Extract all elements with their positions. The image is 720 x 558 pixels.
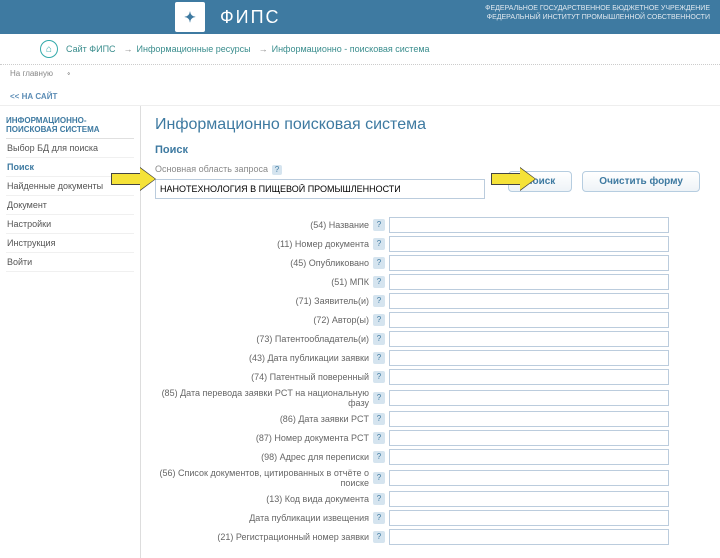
sidebar: ИНФОРМАЦИОННО-ПОИСКОВАЯ СИСТЕМА Выбор БД… xyxy=(0,106,140,558)
field-row: (74) Патентный поверенный? xyxy=(155,369,706,385)
field-label: (54) Название xyxy=(155,220,373,230)
field-label: (43) Дата публикации заявки xyxy=(155,353,373,363)
field-input[interactable] xyxy=(389,369,669,385)
field-label: (85) Дата перевода заявки PCT на национа… xyxy=(155,388,373,408)
field-label: (86) Дата заявки PCT xyxy=(155,414,373,424)
sidebar-section-title: ИНФОРМАЦИОННО-ПОИСКОВАЯ СИСТЕМА xyxy=(6,112,134,139)
content: Информационно поисковая система Поиск Ос… xyxy=(140,106,720,558)
field-row: (73) Патентообладатель(и)? xyxy=(155,331,706,347)
clear-form-button[interactable]: Очистить форму xyxy=(582,171,700,192)
field-input[interactable] xyxy=(389,411,669,427)
field-row: (85) Дата перевода заявки PCT на национа… xyxy=(155,388,706,408)
field-input[interactable] xyxy=(389,312,669,328)
field-input[interactable] xyxy=(389,529,669,545)
sidebar-item-document[interactable]: Документ xyxy=(6,196,134,215)
breadcrumb-item[interactable]: Информационные ресурсы xyxy=(137,44,251,54)
field-row: (98) Адрес для переписки? xyxy=(155,449,706,465)
field-label: (98) Адрес для переписки xyxy=(155,452,373,462)
field-input[interactable] xyxy=(389,390,669,406)
help-icon[interactable]: ? xyxy=(373,219,385,231)
help-icon[interactable]: ? xyxy=(373,392,385,404)
header-subtitle: ФЕДЕРАЛЬНОЕ ГОСУДАРСТВЕННОЕ БЮДЖЕТНОЕ УЧ… xyxy=(485,4,710,22)
field-input[interactable] xyxy=(389,470,669,486)
help-icon[interactable]: ? xyxy=(373,531,385,543)
field-input[interactable] xyxy=(389,217,669,233)
field-row: Дата публикации извещения? xyxy=(155,510,706,526)
help-icon[interactable]: ? xyxy=(373,451,385,463)
help-icon[interactable]: ? xyxy=(373,276,385,288)
field-input[interactable] xyxy=(389,236,669,252)
help-icon[interactable]: ? xyxy=(373,371,385,383)
breadcrumb-item[interactable]: Сайт ФИПС xyxy=(66,44,116,54)
field-label: (56) Список документов, цитированных в о… xyxy=(155,468,373,488)
help-icon[interactable]: ? xyxy=(373,493,385,505)
breadcrumb-item[interactable]: Информационно - поисковая система xyxy=(272,44,430,54)
sidebar-item-found-docs[interactable]: Найденные документы xyxy=(6,177,134,196)
field-label: (73) Патентообладатель(и) xyxy=(155,334,373,344)
field-input[interactable] xyxy=(389,491,669,507)
logo: ✦ xyxy=(175,2,205,32)
search-button[interactable]: Поиск xyxy=(508,171,572,192)
main-query-input[interactable] xyxy=(155,179,485,199)
field-label: (87) Номер документа PCT xyxy=(155,433,373,443)
field-input[interactable] xyxy=(389,274,669,290)
field-input[interactable] xyxy=(389,255,669,271)
field-label: (71) Заявитель(и) xyxy=(155,296,373,306)
search-heading: Поиск xyxy=(155,144,706,156)
sidebar-item-login[interactable]: Войти xyxy=(6,253,134,272)
help-icon[interactable]: ? xyxy=(373,413,385,425)
field-label: (72) Автор(ы) xyxy=(155,315,373,325)
back-home-link[interactable]: На главную xyxy=(10,69,53,78)
field-row: (13) Код вида документа? xyxy=(155,491,706,507)
chevron-right-icon: ◦ xyxy=(67,69,70,78)
help-icon[interactable]: ? xyxy=(373,333,385,345)
field-row: (45) Опубликовано? xyxy=(155,255,706,271)
field-row: (71) Заявитель(и)? xyxy=(155,293,706,309)
field-label: Дата публикации извещения xyxy=(155,513,373,523)
field-input[interactable] xyxy=(389,510,669,526)
help-icon[interactable]: ? xyxy=(272,165,282,175)
page-title: Информационно поисковая система xyxy=(155,116,706,134)
header: ✦ ФИПС ФЕДЕРАЛЬНОЕ ГОСУДАРСТВЕННОЕ БЮДЖЕ… xyxy=(0,0,720,34)
breadcrumb: ⌂ Сайт ФИПС → Информационные ресурсы → И… xyxy=(0,34,720,65)
sidebar-item-instruction[interactable]: Инструкция xyxy=(6,234,134,253)
field-label: (21) Регистрационный номер заявки xyxy=(155,532,373,542)
field-label: (45) Опубликовано xyxy=(155,258,373,268)
field-row: (51) МПК? xyxy=(155,274,706,290)
home-icon[interactable]: ⌂ xyxy=(40,40,58,58)
field-label: (11) Номер документа xyxy=(155,239,373,249)
field-input[interactable] xyxy=(389,449,669,465)
field-row: (87) Номер документа PCT? xyxy=(155,430,706,446)
field-row: (43) Дата публикации заявки? xyxy=(155,350,706,366)
field-input[interactable] xyxy=(389,331,669,347)
field-row: (86) Дата заявки PCT? xyxy=(155,411,706,427)
help-icon[interactable]: ? xyxy=(373,352,385,364)
field-input[interactable] xyxy=(389,293,669,309)
field-row: (11) Номер документа? xyxy=(155,236,706,252)
help-icon[interactable]: ? xyxy=(373,432,385,444)
help-icon[interactable]: ? xyxy=(373,314,385,326)
top-buttons: На главную ◦ << НА САЙТ xyxy=(0,65,720,106)
field-row: (72) Автор(ы)? xyxy=(155,312,706,328)
sidebar-item-db-select[interactable]: Выбор БД для поиска xyxy=(6,139,134,158)
field-row: (56) Список документов, цитированных в о… xyxy=(155,468,706,488)
help-icon[interactable]: ? xyxy=(373,472,385,484)
sidebar-item-settings[interactable]: Настройки xyxy=(6,215,134,234)
help-icon[interactable]: ? xyxy=(373,238,385,250)
help-icon[interactable]: ? xyxy=(373,295,385,307)
to-site-link[interactable]: << НА САЙТ xyxy=(10,92,57,101)
field-label: (51) МПК xyxy=(155,277,373,287)
field-row: (21) Регистрационный номер заявки? xyxy=(155,529,706,545)
sidebar-item-search[interactable]: Поиск xyxy=(6,158,134,177)
brand-name: ФИПС xyxy=(220,7,281,28)
help-icon[interactable]: ? xyxy=(373,512,385,524)
field-row: (54) Название? xyxy=(155,217,706,233)
field-label: (13) Код вида документа xyxy=(155,494,373,504)
help-icon[interactable]: ? xyxy=(373,257,385,269)
field-label: (74) Патентный поверенный xyxy=(155,372,373,382)
field-input[interactable] xyxy=(389,430,669,446)
field-input[interactable] xyxy=(389,350,669,366)
